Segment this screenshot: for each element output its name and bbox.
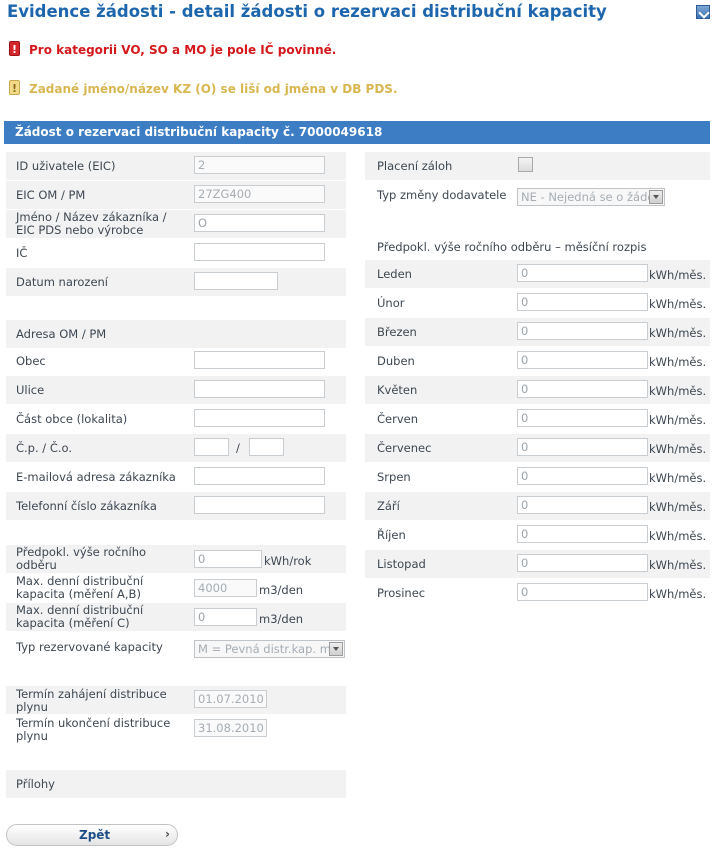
warning-message: Zadané jméno/název KZ (O) se liší od jmé… <box>29 82 398 96</box>
month-input[interactable] <box>517 467 648 485</box>
start-label: Termín zahájení distribuce plynu <box>16 687 167 714</box>
month-unit: kWh/měs. <box>649 529 707 543</box>
phone-input[interactable] <box>194 496 325 514</box>
supplier-change-value: NE - Nejedná se o žádo <box>521 190 655 204</box>
month-label: Srpen <box>377 470 411 484</box>
obec-label: Obec <box>16 354 46 368</box>
capacity-type-value: M = Pevná distr.kap. mě <box>198 642 338 656</box>
chevron-right-icon: › <box>165 827 170 841</box>
month-label: Červen <box>377 412 419 426</box>
cast-obce-input[interactable] <box>194 409 325 427</box>
warning-icon: ! <box>9 80 20 95</box>
month-unit: kWh/měs. <box>649 587 707 601</box>
supplier-change-select[interactable]: NE - Nejedná se o žádo <box>517 188 665 206</box>
month-input[interactable] <box>517 525 648 543</box>
email-label: E-mailová adresa zákazníka <box>16 470 176 484</box>
month-unit: kWh/měs. <box>649 471 707 485</box>
month-unit: kWh/měs. <box>649 268 707 282</box>
birth-input[interactable] <box>194 272 278 290</box>
birth-label: Datum narození <box>16 275 108 289</box>
month-label: Únor <box>377 296 405 310</box>
month-label: Říjen <box>377 528 406 542</box>
supplier-change-label: Typ změny dodavatele <box>377 188 507 202</box>
annual-unit: kWh/rok <box>264 554 312 568</box>
cp-input[interactable] <box>194 438 229 456</box>
page-title: Evidence žádosti - detail žádosti o reze… <box>7 2 607 21</box>
annual-label: Předpokl. výše ročního odběru <box>16 545 147 572</box>
deposit-checkbox[interactable] <box>518 157 533 172</box>
name-input[interactable] <box>194 214 325 232</box>
address-section-title: Adresa OM / PM <box>16 327 107 341</box>
capacity-type-select[interactable]: M = Pevná distr.kap. mě <box>194 640 345 658</box>
error-icon: ! <box>9 41 20 56</box>
help-arrow-icon[interactable] <box>696 5 710 19</box>
id-user-label: ID uživatele (EIC) <box>16 159 116 173</box>
id-user-input[interactable] <box>194 156 325 174</box>
end-input[interactable] <box>194 719 267 737</box>
month-label: Červenec <box>377 441 432 455</box>
month-unit: kWh/měs. <box>649 384 707 398</box>
month-input[interactable] <box>517 293 648 311</box>
month-label: Prosinec <box>377 586 426 600</box>
capacity-type-label: Typ rezervované kapacity <box>16 640 163 654</box>
max-ab-input[interactable] <box>194 579 257 597</box>
back-button[interactable]: Zpět › <box>6 824 178 846</box>
month-input[interactable] <box>517 554 648 572</box>
eic-om-label: EIC OM / PM <box>16 188 86 202</box>
month-unit: kWh/měs. <box>649 326 707 340</box>
month-unit: kWh/měs. <box>649 442 707 456</box>
attachments-label: Přílohy <box>16 777 55 791</box>
max-c-unit: m3/den <box>259 612 304 626</box>
co-input[interactable] <box>249 438 284 456</box>
month-input[interactable] <box>517 409 648 427</box>
row-attachments <box>6 770 346 798</box>
cast-obce-label: Část obce (lokalita) <box>16 412 128 426</box>
month-input[interactable] <box>517 438 648 456</box>
email-input[interactable] <box>194 467 325 485</box>
month-label: Září <box>377 499 400 513</box>
chevron-down-icon <box>649 190 663 204</box>
co-separator: / <box>236 441 240 455</box>
obec-input[interactable] <box>194 351 325 369</box>
month-input[interactable] <box>517 380 648 398</box>
eic-om-input[interactable] <box>194 185 325 203</box>
name-label: Jméno / Název zákazníka / EIC PDS nebo v… <box>16 210 167 237</box>
month-input[interactable] <box>517 583 648 601</box>
max-ab-label: Max. denní distribuční kapacita (měření … <box>16 574 144 601</box>
month-input[interactable] <box>517 351 648 369</box>
back-button-label: Zpět <box>79 828 111 842</box>
month-input[interactable] <box>517 496 648 514</box>
month-unit: kWh/měs. <box>649 355 707 369</box>
month-unit: kWh/měs. <box>649 558 707 572</box>
month-label: Duben <box>377 354 415 368</box>
max-c-label: Max. denní distribuční kapacita (měření … <box>16 603 144 630</box>
ulice-input[interactable] <box>194 380 325 398</box>
chevron-down-icon <box>329 642 343 656</box>
form-header: Žádost o rezervaci distribuční kapacity … <box>4 121 710 144</box>
ulice-label: Ulice <box>16 383 45 397</box>
phone-label: Telefonní číslo zákazníka <box>16 499 157 513</box>
month-label: Listopad <box>377 557 426 571</box>
month-label: Březen <box>377 325 417 339</box>
month-unit: kWh/měs. <box>649 413 707 427</box>
month-input[interactable] <box>517 264 648 282</box>
month-label: Leden <box>377 267 412 281</box>
ic-label: IČ <box>16 246 28 260</box>
month-input[interactable] <box>517 322 648 340</box>
start-input[interactable] <box>194 690 267 708</box>
cp-label: Č.p. / Č.o. <box>16 441 73 455</box>
annual-input[interactable] <box>194 550 262 568</box>
month-label: Květen <box>377 383 418 397</box>
end-label: Termín ukončení distribuce plynu <box>16 716 171 743</box>
month-unit: kWh/měs. <box>649 500 707 514</box>
deposit-label: Placení záloh <box>377 159 453 173</box>
ic-input[interactable] <box>194 243 325 261</box>
error-message: Pro kategorii VO, SO a MO je pole IČ pov… <box>29 43 337 57</box>
max-c-input[interactable] <box>194 608 257 626</box>
monthly-header: Předpokl. výše ročního odběru – měsíční … <box>377 240 647 254</box>
month-unit: kWh/měs. <box>649 297 707 311</box>
max-ab-unit: m3/den <box>259 583 304 597</box>
